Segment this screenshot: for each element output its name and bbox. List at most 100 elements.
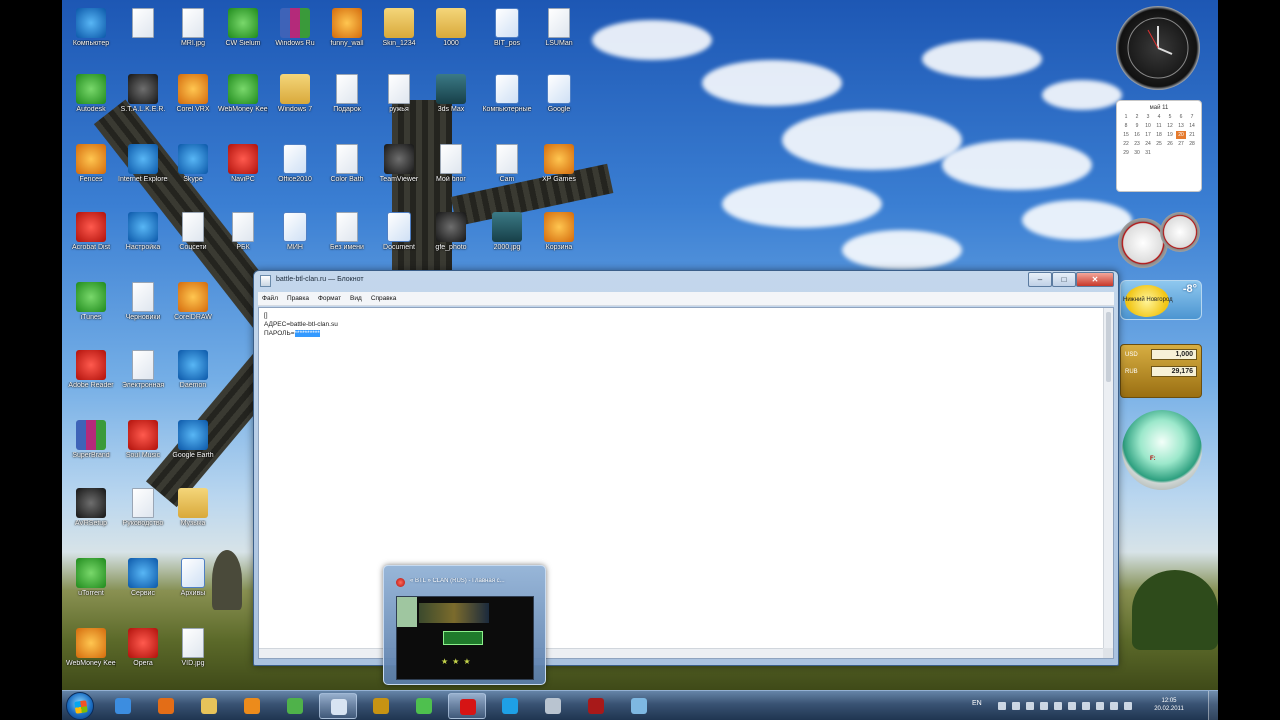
disk-meter-gadget[interactable]: F: [1122,410,1202,490]
calendar-day[interactable]: 20 [1176,131,1186,139]
preview-thumbnail[interactable]: ★★★ [396,596,534,680]
tray-flag-icon[interactable] [1082,702,1090,710]
taskbar-notepad[interactable] [319,693,357,719]
desktop-icon[interactable]: Color Bath [322,140,372,202]
desktop-icon[interactable]: Corel VRX [168,70,218,132]
tray-clock[interactable]: 12:05 20.02.2011 [1144,697,1194,713]
desktop-icon[interactable]: MRI.jpg [168,4,218,66]
calendar-day[interactable]: 13 [1176,122,1186,130]
taskbar-thumbnail-preview[interactable]: « BTL » CLAN (RUS) - Главная с... ★★★ [383,565,546,685]
menu-file[interactable]: Файл [262,295,278,302]
tray-network-icon[interactable] [1012,702,1020,710]
desktop-icon[interactable]: ружья [374,70,424,132]
taskbar-media-player[interactable] [233,693,271,719]
desktop-icon[interactable]: Электронная [118,346,168,408]
calendar-day[interactable]: 9 [1132,122,1142,130]
calendar-day[interactable]: 24 [1143,140,1153,148]
tray-app-icon[interactable] [1026,702,1034,710]
calendar-day[interactable]: 26 [1165,140,1175,148]
tray-arrow-icon[interactable] [998,702,1006,710]
desktop-icon[interactable]: iTunes [66,278,116,340]
desktop-icon[interactable]: Музыка [168,484,218,546]
desktop-icon[interactable]: CorelDRAW [168,278,218,340]
calendar-day[interactable]: 7 [1187,113,1197,121]
desktop-icon[interactable]: CW Sielum [218,4,268,66]
tray-app-icon[interactable] [1124,702,1132,710]
calendar-gadget[interactable]: май 11 1 2 3 4 5 6 7 8 9 10 11 12 13 14 15 16 17 18 19 20 21… [1116,100,1202,192]
calendar-day[interactable]: 6 [1176,113,1186,121]
taskbar-stalker[interactable] [577,693,615,719]
desktop-icon[interactable]: Adobe Reader [66,346,116,408]
desktop-icon[interactable]: МИН [270,208,320,270]
desktop-icon[interactable]: 1000 [426,4,476,66]
desktop-icon[interactable]: Cam [482,140,532,202]
resize-grip[interactable] [1103,648,1113,658]
taskbar-firefox[interactable] [147,693,185,719]
calendar-day[interactable]: 30 [1132,149,1142,157]
desktop-icon[interactable]: WebMoney Keeper Classic [66,624,116,686]
desktop-icon[interactable]: РБК [218,208,268,270]
calendar-day[interactable]: 8 [1121,122,1131,130]
desktop-icon[interactable]: Соцсети [168,208,218,270]
desktop-icon[interactable]: Skin_1234 [374,4,424,66]
menu-edit[interactable]: Правка [287,295,309,302]
start-button[interactable] [66,692,94,720]
calendar-day[interactable]: 2 [1132,113,1142,121]
language-indicator[interactable]: EN [972,700,982,707]
calendar-day[interactable]: 21 [1187,131,1197,139]
calendar-day[interactable]: 22 [1121,140,1131,148]
vertical-scrollbar[interactable] [1103,308,1113,648]
menu-view[interactable]: Вид [350,295,362,302]
desktop-icon[interactable]: Руководство [118,484,168,546]
cpu-meter-gadget[interactable] [1116,212,1200,272]
taskbar-internet-explorer[interactable] [104,693,142,719]
desktop-icon[interactable]: Windows 7 [270,70,320,132]
desktop-icon[interactable]: TeamViewer [374,140,424,202]
calendar-day[interactable]: 23 [1132,140,1142,148]
desktop-icon[interactable]: Мой блог [426,140,476,202]
desktop-icon[interactable]: VID.jpg [168,624,218,686]
desktop-icon[interactable]: Autodesk [66,70,116,132]
taskbar-skype[interactable] [491,693,529,719]
desktop-icon[interactable]: Office2010 [270,140,320,202]
desktop-icon[interactable]: Soul Music [118,416,168,478]
desktop-icon[interactable]: Без имени [322,208,372,270]
desktop-icon[interactable]: Сервис [118,554,168,616]
desktop-icon[interactable]: funny_wall [322,4,372,66]
desktop-icon[interactable]: Корзина [534,208,584,270]
tray-app-icon[interactable] [1068,702,1076,710]
tray-app-icon[interactable] [1054,702,1062,710]
clock-gadget[interactable] [1116,6,1200,90]
calendar-day[interactable]: 5 [1165,113,1175,121]
desktop-icon[interactable]: WebMoney Keeper [218,70,268,132]
desktop-icon[interactable]: Windows Ru [270,4,320,66]
desktop-icon[interactable] [118,4,168,66]
currency-gadget[interactable]: USD 1,000 RUB 29,176 [1120,344,1202,398]
desktop-icon[interactable]: Google Earth [168,416,218,478]
desktop-icon[interactable]: Daemon [168,346,218,408]
desktop-icon[interactable]: XP Games [534,140,584,202]
tray-volume-icon[interactable] [1096,702,1104,710]
menu-help[interactable]: Справка [371,295,397,302]
desktop-icon[interactable]: NaviPC [218,140,268,202]
calendar-day[interactable]: 29 [1121,149,1131,157]
calendar-day[interactable]: 3 [1143,113,1153,121]
calendar-day[interactable]: 28 [1187,140,1197,148]
desktop-icon[interactable]: Acrobat Dist [66,208,116,270]
desktop-icon[interactable]: 2000.jpg [482,208,532,270]
close-button[interactable]: ✕ [1076,272,1114,287]
minimize-button[interactable]: – [1028,272,1052,287]
desktop-icon[interactable]: SuperBrand [66,416,116,478]
desktop-icon[interactable]: Архивы [168,554,218,616]
desktop-icon[interactable]: Document [374,208,424,270]
taskbar-window[interactable] [620,693,658,719]
desktop-icon[interactable]: Internet Explorer [118,140,168,202]
menu-format[interactable]: Формат [318,295,341,302]
weather-gadget[interactable]: Нижний Новгород -8° [1120,280,1202,320]
taskbar-arrow-app[interactable] [405,693,443,719]
calendar-day[interactable]: 12 [1165,122,1175,130]
calendar-day[interactable]: 16 [1132,131,1142,139]
taskbar-explorer[interactable] [190,693,228,719]
notepad-titlebar[interactable]: battle-btl-clan.ru — Блокнот – □ ✕ [254,271,1118,291]
calendar-day[interactable]: 14 [1187,122,1197,130]
